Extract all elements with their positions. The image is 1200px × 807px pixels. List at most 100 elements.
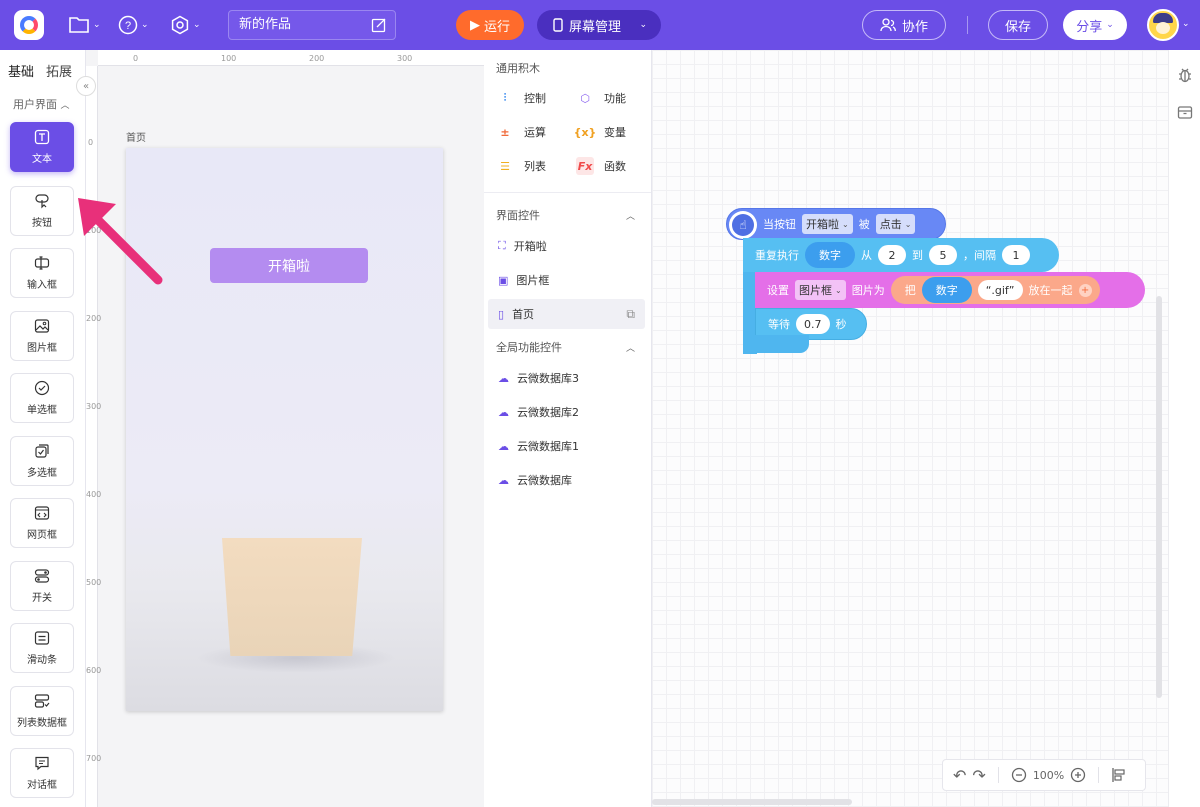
component-label: 多选框 (27, 468, 57, 479)
component-checkbox[interactable]: 多选框 (10, 436, 74, 486)
global-control-db2[interactable]: ☁ 云微数据库2 (488, 397, 645, 427)
wait-input[interactable]: 0.7 (796, 314, 830, 334)
component-label: 图片框 (27, 343, 57, 354)
join-suffix: 放在一起 (1028, 284, 1073, 297)
step-input[interactable]: 1 (1002, 245, 1030, 265)
help-menu[interactable]: ? ⌄ (118, 13, 149, 37)
category-function[interactable]: ⬡ 功能 (576, 88, 656, 108)
toolbox-icon[interactable] (1177, 104, 1193, 120)
tab-extend[interactable]: 拓展 (46, 61, 72, 80)
component-label: 网页框 (27, 530, 57, 541)
event-target-dropdown[interactable]: 开箱啦 ⌄ (802, 214, 853, 234)
event-block[interactable]: ☝ 当按钮 开箱啦 ⌄ 被 点击 ⌄ (726, 208, 946, 240)
component-webview[interactable]: 网页框 (10, 498, 74, 548)
category-list[interactable]: ☰ 列表 (496, 156, 576, 176)
undo-icon[interactable]: ↶ (953, 766, 966, 785)
box-image[interactable] (222, 538, 362, 656)
category-label: 函数 (604, 160, 626, 173)
zoom-in-icon[interactable] (1070, 767, 1086, 783)
save-button[interactable]: 保存 (988, 10, 1048, 40)
wait-label: 等待 (768, 318, 790, 331)
avatar[interactable] (1147, 9, 1179, 41)
ui-control-image[interactable]: ▣ 图片框 (488, 265, 645, 295)
tab-basic[interactable]: 基础 (8, 61, 34, 80)
event-action-dropdown[interactable]: 点击 ⌄ (875, 214, 916, 234)
users-icon (880, 18, 896, 32)
global-control-db[interactable]: ☁ 云微数据库 (488, 465, 645, 495)
ui-controls-title: 界面控件 (496, 209, 540, 222)
to-input[interactable]: 5 (929, 245, 957, 265)
phone-icon (553, 18, 563, 32)
zoom-out-icon[interactable] (1011, 767, 1027, 783)
screen-manage-button[interactable]: 屏幕管理 ⌄ (537, 10, 661, 40)
project-title-input[interactable]: 新的作品 (228, 10, 396, 40)
category-operator[interactable]: ± 运算 (496, 122, 576, 142)
dropdown-value: 开箱啦 (806, 218, 839, 231)
set-property-block[interactable]: 设置 图片框 ⌄ 图片为 把 数字 “.gif” 放在一起 + (755, 272, 1145, 308)
add-icon[interactable]: + (1078, 283, 1092, 297)
ui-control-open-box[interactable]: ⛶ 开箱啦 (488, 231, 645, 261)
component-button[interactable]: 按钮 (10, 186, 74, 236)
component-label: 单选框 (27, 405, 57, 416)
join-block[interactable]: 把 数字 “.gif” 放在一起 + (890, 276, 1100, 304)
global-control-db3[interactable]: ☁ 云微数据库3 (488, 363, 645, 393)
global-control-db1[interactable]: ☁ 云微数据库1 (488, 431, 645, 461)
component-radio[interactable]: 单选框 (10, 373, 74, 423)
component-label: 列表数据框 (17, 718, 67, 729)
toolbar-divider (997, 767, 999, 783)
category-variable[interactable]: {x} 变量 (574, 122, 656, 142)
workspace-scrollbar-vertical[interactable] (1156, 296, 1162, 698)
component-tabs: 基础 拓展 (0, 50, 85, 90)
component-dialog[interactable]: 对话框 (10, 748, 74, 798)
category-label: 变量 (604, 126, 626, 139)
join-text-input[interactable]: “.gif” (977, 280, 1023, 300)
share-label: 分享 (1076, 19, 1103, 35)
event-hat: ☝ (729, 211, 757, 239)
category-control[interactable]: ⫶ 控制 (496, 88, 576, 108)
phone-preview[interactable]: 开箱啦 (126, 148, 443, 711)
settings-menu[interactable]: ⌄ (170, 13, 201, 37)
run-button[interactable]: ▶ 运行 (456, 10, 524, 40)
ruler-tick-label: 200 (86, 314, 102, 323)
redo-icon[interactable]: ↷ (972, 766, 985, 785)
ui-controls-header[interactable]: 界面控件 ︿ (484, 205, 651, 225)
sliders-icon: ⫶ (503, 91, 507, 104)
component-image[interactable]: 图片框 (10, 311, 74, 361)
edit-icon[interactable] (371, 17, 387, 33)
layers-icon[interactable]: ⧉ (626, 307, 635, 322)
workspace-scrollbar-horizontal[interactable] (652, 799, 852, 805)
join-variable[interactable]: 数字 (921, 277, 972, 303)
from-input[interactable]: 2 (878, 245, 906, 265)
block-workspace[interactable]: ☝ 当按钮 开箱啦 ⌄ 被 点击 ⌄ 重复执行 数字 从 2 到 5 ，间隔 1 设… (652, 50, 1168, 807)
image-icon: ▣ (498, 273, 509, 287)
repeat-block[interactable]: 重复执行 数字 从 2 到 5 ，间隔 1 (743, 238, 1059, 272)
component-text[interactable]: 文本 (10, 122, 74, 172)
screen-manage-label: 屏幕管理 (569, 19, 622, 35)
design-canvas[interactable]: 0 100 200 300 0 100 200 300 400 500 600 … (86, 50, 484, 807)
bug-icon[interactable] (1177, 66, 1193, 84)
cloud-db-icon: ☁ (498, 405, 509, 419)
global-controls-title: 全局功能控件 (496, 341, 562, 354)
repeat-label: 重复执行 (755, 249, 799, 262)
app-logo[interactable] (14, 10, 44, 40)
phone-open-box-button[interactable]: 开箱啦 (210, 248, 368, 283)
loop-variable[interactable]: 数字 (805, 242, 855, 268)
global-controls-header[interactable]: 全局功能控件 ︿ (484, 337, 651, 357)
chevron-down-icon[interactable]: ⌄ (1182, 19, 1190, 29)
pointer-icon (35, 194, 49, 209)
component-slider[interactable]: 滑动条 (10, 623, 74, 673)
component-input[interactable]: 输入框 (10, 248, 74, 298)
event-middle: 被 (858, 218, 870, 231)
category-func[interactable]: Fx 函数 (576, 156, 656, 176)
component-switch[interactable]: 开关 (10, 561, 74, 611)
align-left-icon[interactable] (1111, 767, 1127, 783)
section-user-interface[interactable]: 用户界面 ︿ (0, 96, 85, 116)
ui-control-home-page[interactable]: ▯ 首页 ⧉ (488, 299, 645, 329)
collab-button[interactable]: 协作 (862, 10, 946, 40)
component-list-data[interactable]: 列表数据框 (10, 686, 74, 736)
share-button[interactable]: 分享 ⌄ (1063, 10, 1127, 40)
set-target-dropdown[interactable]: 图片框 ⌄ (795, 280, 846, 300)
right-rail (1168, 50, 1200, 807)
collapse-panel-button[interactable]: « (76, 76, 96, 96)
file-menu[interactable]: ⌄ (68, 13, 101, 37)
